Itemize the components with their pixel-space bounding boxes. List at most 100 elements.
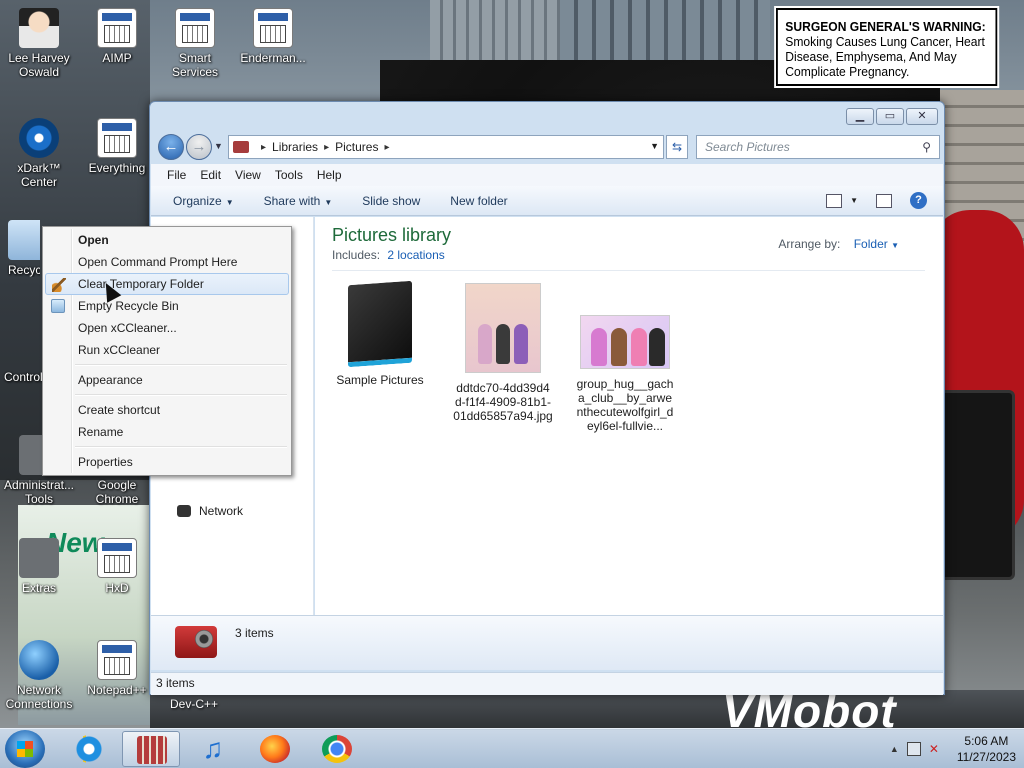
taskbar-firefox[interactable]: [246, 731, 304, 767]
breadcrumb-libraries[interactable]: Libraries: [272, 140, 318, 154]
file-item-sample-pictures[interactable]: Sample Pictures: [330, 280, 430, 387]
locations-link[interactable]: 2 locations: [387, 248, 444, 262]
nav-item-network[interactable]: Network: [177, 504, 243, 518]
menu-item-appearance[interactable]: Appearance: [45, 369, 289, 391]
recycle-icon: [51, 299, 65, 313]
organize-button[interactable]: Organize ▼: [173, 194, 234, 208]
menu-help[interactable]: Help: [315, 168, 350, 182]
menu-view[interactable]: View: [233, 168, 269, 182]
change-view-button[interactable]: ▼: [826, 193, 858, 208]
desktop-icon-hxd[interactable]: HxD: [82, 538, 152, 595]
chevron-right-icon[interactable]: ▸: [384, 142, 389, 153]
menu-item-properties[interactable]: Properties: [45, 451, 289, 473]
thumbnail-figure: [631, 328, 647, 366]
desktop-icon-network-connections[interactable]: Network Connections: [4, 640, 74, 711]
application-icon: [97, 538, 137, 578]
start-button[interactable]: [5, 730, 45, 768]
new-folder-button[interactable]: New folder: [450, 194, 507, 208]
clock-time: 5:06 AM: [964, 734, 1009, 748]
arrange-label: Arrange by:: [778, 237, 841, 251]
thumbnail-figure: [611, 328, 627, 366]
menu-item-rename[interactable]: Rename: [45, 421, 289, 443]
libraries-icon: [233, 141, 249, 153]
details-pane: 3 items: [151, 615, 943, 670]
person-icon: [19, 8, 59, 48]
desktop-icon-notepad-plus-plus[interactable]: Notepad++: [82, 640, 152, 697]
menu-separator: [75, 443, 289, 451]
chevron-right-icon[interactable]: ▸: [324, 142, 329, 153]
recycle-bin-icon: [8, 220, 40, 260]
desktop-icon-xdark-center[interactable]: xDark™ Center: [4, 118, 74, 189]
recent-pages-dropdown[interactable]: ▼: [214, 141, 223, 151]
application-icon: [97, 8, 137, 48]
desktop-icon-lee-harvey-oswald[interactable]: Lee Harvey Oswald: [4, 8, 74, 79]
volume-muted-icon[interactable]: ✕: [929, 742, 943, 756]
arrange-dropdown[interactable]: Folder ▼: [854, 237, 899, 251]
thumbnail-figure: [496, 324, 510, 364]
taskbar-music-player[interactable]: ♫: [184, 731, 242, 767]
taskbar-windows-explorer[interactable]: [122, 731, 180, 767]
thumbnail-figure: [591, 328, 607, 366]
breadcrumb-pictures[interactable]: Pictures: [335, 140, 378, 154]
desktop-icon-label: HxD: [105, 581, 129, 595]
desktop-icon-label: Smart Services: [171, 51, 218, 79]
help-icon[interactable]: ?: [910, 192, 927, 209]
share-with-button[interactable]: Share with ▼: [264, 194, 333, 208]
menu-item-open-xccleaner[interactable]: Open xCCleaner...: [45, 317, 289, 339]
search-input[interactable]: Search Pictures ⚲: [696, 135, 940, 159]
menu-item-run-xccleaner[interactable]: Run xCCleaner: [45, 339, 289, 361]
slide-show-button[interactable]: Slide show: [362, 194, 420, 208]
desktop-icon-aimp[interactable]: AIMP: [82, 8, 152, 65]
command-bar: Organize ▼ Share with ▼ Slide show New fol…: [151, 186, 943, 216]
navigation-bar: ← → ▼ ▸ Libraries ▸ Pictures ▸ ▼ ⇆ Searc…: [156, 132, 940, 160]
menu-item-empty-recycle-bin[interactable]: Empty Recycle Bin: [45, 295, 289, 317]
window-controls: ▁ ▭ ✕: [846, 108, 938, 125]
view-icon: [826, 193, 843, 208]
show-hidden-icons-icon[interactable]: ▲: [890, 744, 899, 754]
network-status-icon[interactable]: [906, 742, 921, 756]
desktop-icon-devcpp-label[interactable]: Dev-C++: [170, 697, 218, 711]
close-button[interactable]: ✕: [906, 108, 938, 125]
broom-icon: [52, 278, 66, 292]
image-thumbnail: [580, 315, 670, 369]
address-dropdown-icon[interactable]: ▼: [650, 141, 659, 151]
refresh-button[interactable]: ⇆: [666, 135, 688, 159]
back-button[interactable]: ←: [158, 134, 184, 160]
address-bar[interactable]: ▸ Libraries ▸ Pictures ▸ ▼: [228, 135, 664, 159]
divider: [332, 270, 925, 271]
view-controls: ▼ ?: [826, 192, 927, 209]
desktop-icon-label: Administrat... Tools: [4, 478, 75, 506]
taskbar-internet-explorer[interactable]: [60, 731, 118, 767]
firefox-icon: [260, 735, 290, 763]
taskbar-chrome[interactable]: [308, 731, 366, 767]
desktop-icon-label: Everything: [88, 161, 146, 175]
file-name: ddtdc70-4dd39d4d-f1f4-4909-81b1-01dd6585…: [453, 381, 553, 423]
warning-prefix: SURGEON GENERAL'S WARNING:: [785, 19, 986, 34]
file-item-image[interactable]: ddtdc70-4dd39d4d-f1f4-4909-81b1-01dd6585…: [453, 283, 553, 423]
menu-file[interactable]: File: [165, 168, 194, 182]
desktop-icon-recycle-bin[interactable]: Recycl: [0, 220, 40, 277]
chevron-right-icon[interactable]: ▸: [261, 142, 266, 153]
clock[interactable]: 5:06 AM 11/27/2023: [957, 733, 1016, 765]
desktop-icon-enderman[interactable]: Enderman...: [238, 8, 308, 65]
desktop-icon-label: Extras: [21, 581, 56, 595]
menu-item-open-command-prompt[interactable]: Open Command Prompt Here: [45, 251, 289, 273]
menu-edit[interactable]: Edit: [198, 168, 229, 182]
preview-pane-button[interactable]: [876, 193, 892, 208]
menu-item-open[interactable]: Open: [45, 229, 289, 251]
minimize-button[interactable]: ▁: [846, 108, 874, 125]
context-menu: Open Open Command Prompt Here Clear Temp…: [42, 226, 292, 476]
libraries-icon: [137, 736, 167, 764]
desktop-icon-everything[interactable]: Everything: [82, 118, 152, 175]
desktop-icon-smart-services[interactable]: Smart Services: [160, 8, 230, 79]
desktop-icon-control-panel[interactable]: Control: [0, 370, 43, 384]
internet-explorer-icon: [74, 735, 104, 763]
desktop-icon-extras[interactable]: Extras: [4, 538, 74, 595]
maximize-button[interactable]: ▭: [876, 108, 904, 125]
nav-item-label: Network: [199, 504, 244, 518]
forward-button[interactable]: →: [186, 134, 212, 160]
menu-item-create-shortcut[interactable]: Create shortcut: [45, 399, 289, 421]
menu-item-clear-temporary-folder[interactable]: Clear Temporary Folder: [45, 273, 289, 295]
file-item-image[interactable]: group_hug__gacha_club__by_arwenthecutewo…: [575, 283, 675, 433]
menu-tools[interactable]: Tools: [273, 168, 311, 182]
